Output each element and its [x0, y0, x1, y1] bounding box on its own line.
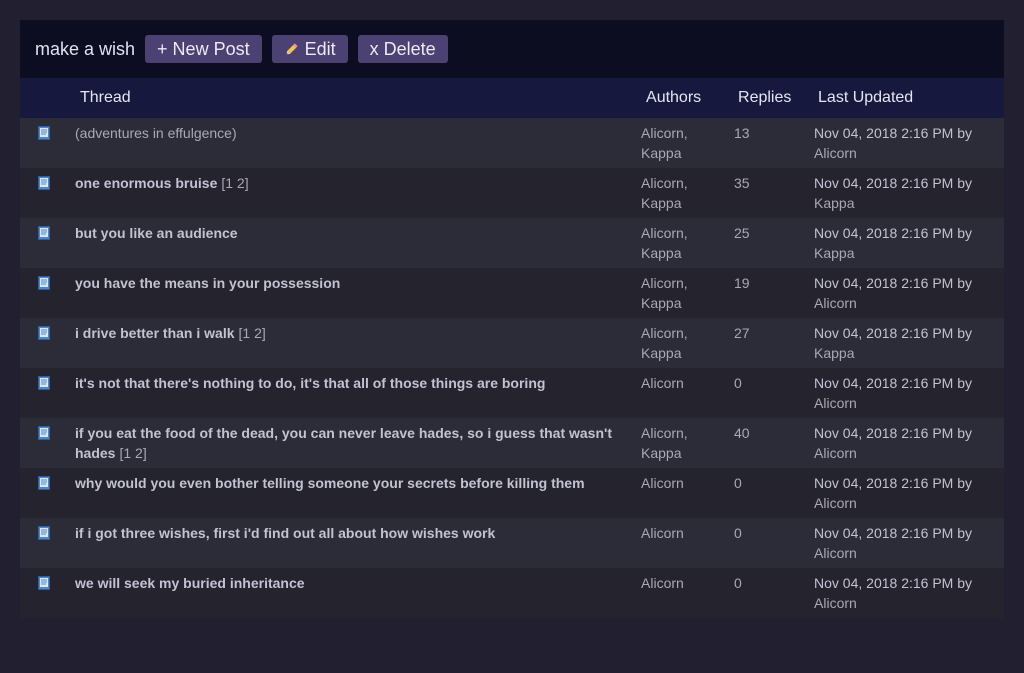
- author-link[interactable]: Alicorn,: [641, 173, 734, 193]
- last-updated-time: Nov 04, 2018 2:16 PM by: [814, 175, 973, 191]
- board-header: make a wish + New Post Edit x Delete: [20, 20, 1004, 78]
- last-updated-time: Nov 04, 2018 2:16 PM by: [814, 225, 973, 241]
- author-link[interactable]: Kappa: [641, 443, 734, 463]
- author-link[interactable]: Alicorn,: [641, 123, 734, 143]
- author-link[interactable]: Alicorn: [641, 523, 734, 543]
- last-updated-time: Nov 04, 2018 2:16 PM by: [814, 525, 973, 541]
- last-updated-time: Nov 04, 2018 2:16 PM by: [814, 575, 973, 591]
- reply-count: 27: [734, 325, 750, 341]
- table-row: it's not that there's nothing to do, it'…: [20, 368, 1005, 418]
- last-updated-by[interactable]: Alicorn: [814, 143, 1004, 163]
- author-link[interactable]: Alicorn: [641, 573, 734, 593]
- author-link[interactable]: Kappa: [641, 143, 734, 163]
- author-link[interactable]: Alicorn: [641, 473, 734, 493]
- document-icon: [38, 326, 50, 340]
- last-updated-by[interactable]: Kappa: [814, 243, 1004, 263]
- reply-count: 0: [734, 575, 742, 591]
- header-authors: Authors: [646, 89, 702, 106]
- table-row: if you eat the food of the dead, you can…: [20, 418, 1005, 468]
- delete-button[interactable]: x Delete: [357, 35, 448, 63]
- reply-count: 0: [734, 525, 742, 541]
- last-updated-time: Nov 04, 2018 2:16 PM by: [814, 275, 973, 291]
- table-row: you have the means in your possession Al…: [20, 268, 1005, 318]
- document-icon: [38, 126, 50, 140]
- thread-title-link[interactable]: (adventures in effulgence): [75, 125, 237, 141]
- document-icon: [38, 276, 50, 290]
- last-updated-by[interactable]: Alicorn: [814, 543, 1004, 563]
- table-row: we will seek my buried inheritance Alico…: [20, 568, 1005, 618]
- last-updated-time: Nov 04, 2018 2:16 PM by: [814, 475, 973, 491]
- author-link[interactable]: Kappa: [641, 293, 734, 313]
- document-icon: [38, 576, 50, 590]
- new-post-button[interactable]: + New Post: [145, 35, 262, 63]
- thread-title-link[interactable]: if i got three wishes, first i'd find ou…: [75, 525, 495, 541]
- last-updated-by[interactable]: Kappa: [814, 343, 1004, 363]
- author-link[interactable]: Alicorn,: [641, 323, 734, 343]
- last-updated-by[interactable]: Alicorn: [814, 443, 1004, 463]
- table-row: why would you even bother telling someon…: [20, 468, 1005, 518]
- last-updated-time: Nov 04, 2018 2:16 PM by: [814, 425, 973, 441]
- thread-title-link[interactable]: why would you even bother telling someon…: [75, 475, 585, 491]
- edit-button[interactable]: Edit: [271, 35, 348, 63]
- author-link[interactable]: Alicorn,: [641, 223, 734, 243]
- header-replies: Replies: [738, 89, 792, 106]
- author-link[interactable]: Kappa: [641, 243, 734, 263]
- table-header-row: Thread Authors Replies Last Updated: [20, 78, 1005, 118]
- table-row: but you like an audience Alicorn, Kappa …: [20, 218, 1005, 268]
- author-link[interactable]: Alicorn: [641, 373, 734, 393]
- table-row: (adventures in effulgence) Alicorn, Kapp…: [20, 118, 1005, 168]
- board-panel: make a wish + New Post Edit x Delete Thr…: [20, 20, 1005, 618]
- last-updated-by[interactable]: Kappa: [814, 193, 1004, 213]
- reply-count: 0: [734, 475, 742, 491]
- thread-list: (adventures in effulgence) Alicorn, Kapp…: [20, 118, 1005, 618]
- document-icon: [38, 376, 50, 390]
- thread-table: Thread Authors Replies Last Updated (adv…: [20, 78, 1005, 618]
- document-icon: [38, 526, 50, 540]
- thread-title-link[interactable]: we will seek my buried inheritance: [75, 575, 305, 591]
- table-row: if i got three wishes, first i'd find ou…: [20, 518, 1005, 568]
- reply-count: 40: [734, 425, 750, 441]
- reply-count: 35: [734, 175, 750, 191]
- edit-button-label: Edit: [304, 38, 336, 59]
- document-icon: [38, 426, 50, 440]
- thread-title-link[interactable]: but you like an audience: [75, 225, 238, 241]
- thread-title-link[interactable]: it's not that there's nothing to do, it'…: [75, 375, 545, 391]
- reply-count: 13: [734, 125, 750, 141]
- last-updated-by[interactable]: Alicorn: [814, 293, 1004, 313]
- reply-count: 19: [734, 275, 750, 291]
- pencil-icon: [286, 43, 298, 55]
- last-updated-time: Nov 04, 2018 2:16 PM by: [814, 325, 973, 341]
- page-links[interactable]: [1 2]: [221, 175, 248, 191]
- author-link[interactable]: Alicorn,: [641, 423, 734, 443]
- page-links[interactable]: [1 2]: [119, 445, 146, 461]
- board-title: make a wish: [35, 38, 136, 59]
- author-link[interactable]: Kappa: [641, 343, 734, 363]
- last-updated-by[interactable]: Alicorn: [814, 593, 1004, 613]
- header-last-updated: Last Updated: [818, 89, 914, 106]
- table-row: i drive better than i walk [1 2] Alicorn,…: [20, 318, 1005, 368]
- page-links[interactable]: [1 2]: [239, 325, 266, 341]
- last-updated-time: Nov 04, 2018 2:16 PM by: [814, 125, 973, 141]
- document-icon: [38, 176, 50, 190]
- last-updated-time: Nov 04, 2018 2:16 PM by: [814, 375, 973, 391]
- thread-title-link[interactable]: one enormous bruise: [75, 175, 217, 191]
- thread-title-link[interactable]: you have the means in your possession: [75, 275, 340, 291]
- document-icon: [38, 476, 50, 490]
- last-updated-by[interactable]: Alicorn: [814, 393, 1004, 413]
- header-thread: Thread: [80, 89, 131, 106]
- author-link[interactable]: Alicorn,: [641, 273, 734, 293]
- reply-count: 25: [734, 225, 750, 241]
- author-link[interactable]: Kappa: [641, 193, 734, 213]
- last-updated-by[interactable]: Alicorn: [814, 493, 1004, 513]
- reply-count: 0: [734, 375, 742, 391]
- thread-title-link[interactable]: i drive better than i walk: [75, 325, 235, 341]
- table-row: one enormous bruise [1 2] Alicorn, Kappa …: [20, 168, 1005, 218]
- document-icon: [38, 226, 50, 240]
- thread-title-link[interactable]: if you eat the food of the dead, you can…: [75, 425, 612, 461]
